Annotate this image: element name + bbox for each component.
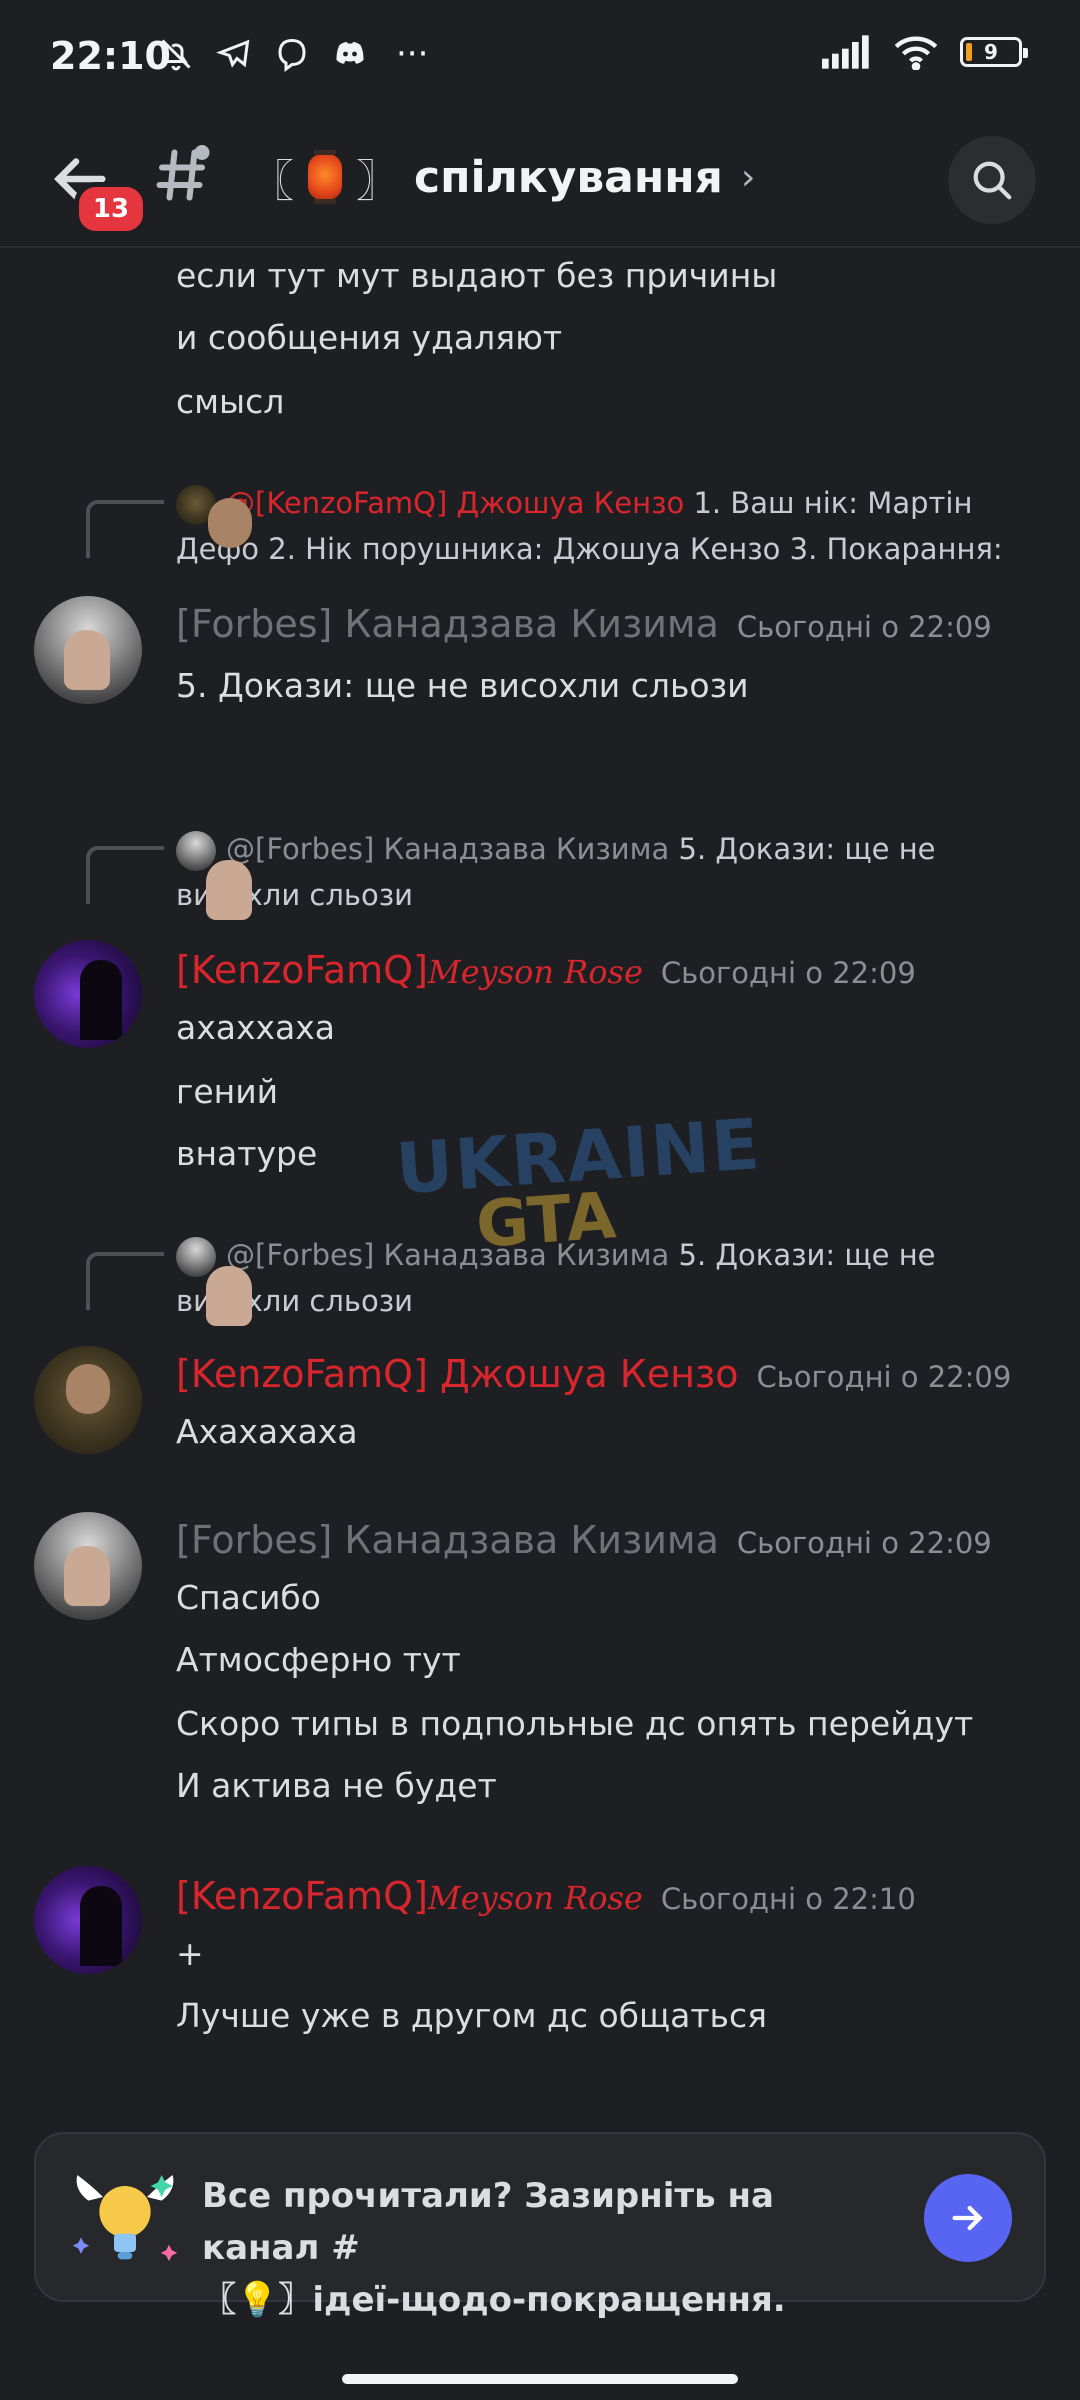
message-author[interactable]: [Forbes] Канадзава Кизима Сьогодні о 22:0… bbox=[176, 1518, 992, 1562]
message-line: внатуре bbox=[176, 1134, 318, 1173]
reply-preview[interactable]: @[Forbes] Канадзава Кизима 5. Докази: ще… bbox=[176, 826, 1036, 918]
arrow-right-icon bbox=[952, 2205, 983, 2231]
message-line: если тут мут выдают без причины bbox=[176, 256, 778, 295]
go-to-channel-button[interactable] bbox=[924, 2174, 1012, 2262]
reply-preview[interactable]: @[Forbes] Канадзава Кизима 5. Докази: ще… bbox=[176, 1232, 1036, 1324]
avatar[interactable] bbox=[34, 940, 142, 1048]
reply-mention: @[Forbes] Канадзава Кизима bbox=[226, 1238, 670, 1272]
battery-icon: 9 bbox=[960, 37, 1028, 67]
reply-connector bbox=[86, 1252, 164, 1310]
channel-name: спілкування bbox=[414, 151, 723, 203]
message-line: и сообщения удаляют bbox=[176, 318, 563, 357]
search-button[interactable] bbox=[948, 136, 1036, 224]
channel-title[interactable]: 〖 〗 спілкування › bbox=[250, 142, 755, 212]
reply-avatar bbox=[176, 485, 216, 525]
wifi-icon bbox=[894, 36, 938, 70]
channel-bracket-close: 〗 bbox=[356, 156, 400, 207]
banner-line1: Все прочитали? Зазирніть на канал # bbox=[202, 2176, 774, 2268]
message-line: 5. Докази: ще не висохли сльози bbox=[176, 666, 749, 705]
lantern-icon bbox=[308, 150, 342, 204]
reply-connector bbox=[86, 846, 164, 904]
reply-snippet: 5. Докази: ще не bbox=[669, 832, 936, 866]
chevron-right-icon: › bbox=[740, 156, 756, 198]
reply-avatar bbox=[176, 1237, 216, 1277]
author-name-script: Meyson Rose bbox=[427, 1879, 643, 1917]
battery-level: 9 bbox=[984, 40, 998, 64]
telegram-icon bbox=[216, 39, 250, 68]
channel-bracket-open: 〖 bbox=[250, 156, 294, 207]
message-author[interactable]: [KenzoFamQ]Meyson Rose Сьогодні о 22:10 bbox=[176, 1874, 916, 1918]
reply-connector bbox=[86, 500, 164, 558]
reply-snippet: 1. Ваш нік: Мартін bbox=[684, 486, 973, 520]
message-timestamp: Сьогодні о 22:09 bbox=[736, 610, 992, 644]
channel-hash-icon bbox=[156, 145, 210, 201]
reply-preview[interactable]: @[KenzoFamQ] Джошуа Кензо 1. Ваш нік: Ма… bbox=[176, 480, 1036, 572]
message-author[interactable]: [Forbes] Канадзава Кизима Сьогодні о 22:0… bbox=[176, 602, 992, 646]
reply-snippet: 5. Докази: ще не bbox=[669, 1238, 936, 1272]
signal-icon bbox=[822, 35, 869, 69]
search-icon bbox=[973, 161, 1012, 200]
message-author[interactable]: [KenzoFamQ]Meyson Rose Сьогодні о 22:09 bbox=[176, 948, 916, 992]
read-all-banner[interactable]: Все прочитали? Зазирніть на канал # 〖💡〗і… bbox=[34, 2132, 1046, 2320]
home-indicator[interactable] bbox=[342, 2374, 738, 2384]
banner-line2: 〖💡〗ідеї-щодо-покращення. bbox=[202, 2280, 786, 2320]
status-time: 22:10 bbox=[50, 34, 171, 78]
status-system-icons: 9 bbox=[822, 34, 1028, 70]
reply-snippet: Дефо 2. Нік порушника: Джошуа Кензо 3. П… bbox=[176, 532, 1003, 566]
status-bar: 22:10 ··· 9 bbox=[0, 0, 1080, 120]
author-name-script: Meyson Rose bbox=[427, 953, 643, 991]
more-notifications-icon: ··· bbox=[396, 34, 429, 74]
avatar[interactable] bbox=[34, 1512, 142, 1620]
reply-mention: @[KenzoFamQ] Джошуа Кензо bbox=[226, 486, 685, 520]
message-line: ахаххаха bbox=[176, 1008, 336, 1047]
author-name: [KenzoFamQ] Джошуа Кензо bbox=[176, 1352, 739, 1396]
viber-icon bbox=[278, 38, 306, 72]
status-notification-icons: ··· bbox=[158, 34, 428, 74]
message-line: + bbox=[176, 1934, 204, 1973]
message-line: Лучше уже в другом дс общаться bbox=[176, 1996, 767, 2035]
avatar[interactable] bbox=[34, 596, 142, 704]
message-line: смысл bbox=[176, 382, 285, 421]
avatar[interactable] bbox=[34, 1866, 142, 1974]
message-timestamp: Сьогодні о 22:09 bbox=[756, 1360, 1012, 1394]
author-name: [Forbes] Канадзава Кизима bbox=[176, 1518, 719, 1562]
banner-message: Все прочитали? Зазирніть на канал # 〖💡〗і… bbox=[202, 2170, 902, 2326]
message-timestamp: Сьогодні о 22:09 bbox=[736, 1526, 992, 1560]
message-timestamp: Сьогодні о 22:09 bbox=[660, 956, 916, 990]
message-line: Атмосферно тут bbox=[176, 1640, 461, 1679]
reply-avatar bbox=[176, 831, 216, 871]
avatar[interactable] bbox=[34, 1346, 142, 1454]
message-line: гений bbox=[176, 1072, 279, 1111]
muted-bell-icon bbox=[161, 39, 191, 71]
winged-lightbulb-icon bbox=[72, 2175, 178, 2262]
author-name: [KenzoFamQ] bbox=[176, 948, 428, 992]
message-line: Скоро типы в подпольные дс опять перейду… bbox=[176, 1704, 974, 1743]
author-name: [KenzoFamQ] bbox=[176, 1874, 428, 1918]
message-line: И актива не будет bbox=[176, 1766, 497, 1805]
message-line: Ахахахаха bbox=[176, 1412, 358, 1451]
reply-mention: @[Forbes] Канадзава Кизима bbox=[226, 832, 670, 866]
channel-header: 13 〖 〗 спілкування › bbox=[0, 120, 1080, 248]
message-timestamp: Сьогодні о 22:10 bbox=[660, 1882, 916, 1916]
message-author[interactable]: [KenzoFamQ] Джошуа Кензо Сьогодні о 22:09 bbox=[176, 1352, 1011, 1396]
discord-icon bbox=[336, 42, 364, 64]
author-name: [Forbes] Канадзава Кизима bbox=[176, 602, 719, 646]
unread-badge: 13 bbox=[74, 182, 148, 236]
message-line: Спасибо bbox=[176, 1578, 321, 1617]
